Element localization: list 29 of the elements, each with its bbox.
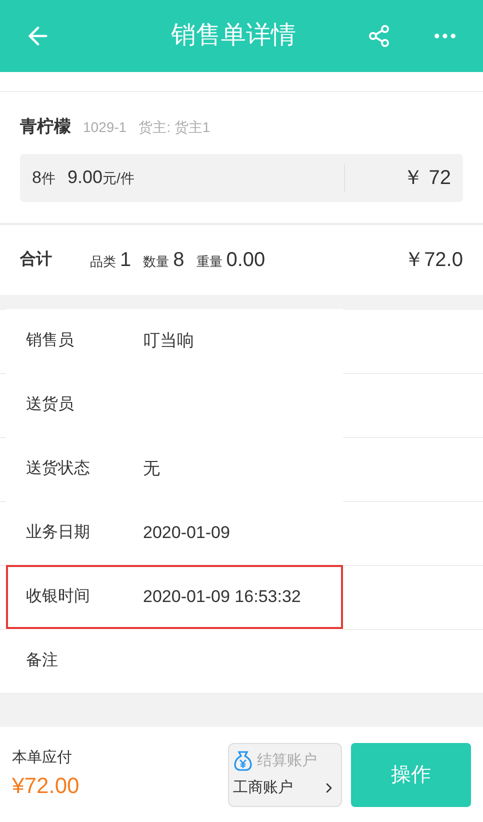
total-stat: 数量 8 bbox=[143, 248, 184, 272]
page-title: 销售单详情 bbox=[170, 20, 297, 52]
share-icon[interactable] bbox=[367, 24, 391, 48]
total-amount: ￥72.0 bbox=[404, 248, 463, 272]
field-label: 业务日期 bbox=[26, 522, 91, 543]
product-name: 青柠檬 bbox=[20, 116, 71, 138]
quantity-text: 8件 bbox=[32, 166, 56, 189]
field-label: 送货状态 bbox=[26, 458, 91, 479]
field-value: 2020-01-09 bbox=[143, 522, 230, 544]
field-label: 销售员 bbox=[26, 331, 75, 351]
payable-amount: ¥72.00 bbox=[12, 772, 80, 800]
account-label: 结算账户 bbox=[257, 751, 317, 771]
field-label: 送货员 bbox=[26, 395, 75, 415]
account-name: 工商账户 bbox=[233, 778, 293, 798]
account-selector[interactable]: 结算账户 工商账户 bbox=[228, 742, 342, 806]
total-stat: 重量 0.00 bbox=[196, 248, 266, 272]
payable-label: 本单应付 bbox=[12, 748, 73, 768]
total-stat: 品类 1 bbox=[90, 248, 132, 272]
price-text: 9.00元/件 bbox=[67, 166, 134, 189]
field-label: 备注 bbox=[26, 650, 59, 671]
line-amount: ￥ 72 bbox=[403, 166, 451, 190]
field-value: 2020-01-09 16:53:32 bbox=[143, 586, 301, 608]
total-label: 合计 bbox=[20, 250, 53, 270]
field-label: 收银时间 bbox=[26, 586, 91, 607]
owner-label: 货主: 货主1 bbox=[138, 118, 210, 137]
money-bag-icon bbox=[233, 750, 253, 772]
product-code: 1029-1 bbox=[83, 118, 127, 137]
field-value: 叮当响 bbox=[143, 330, 194, 352]
field-value: 无 bbox=[143, 458, 160, 480]
